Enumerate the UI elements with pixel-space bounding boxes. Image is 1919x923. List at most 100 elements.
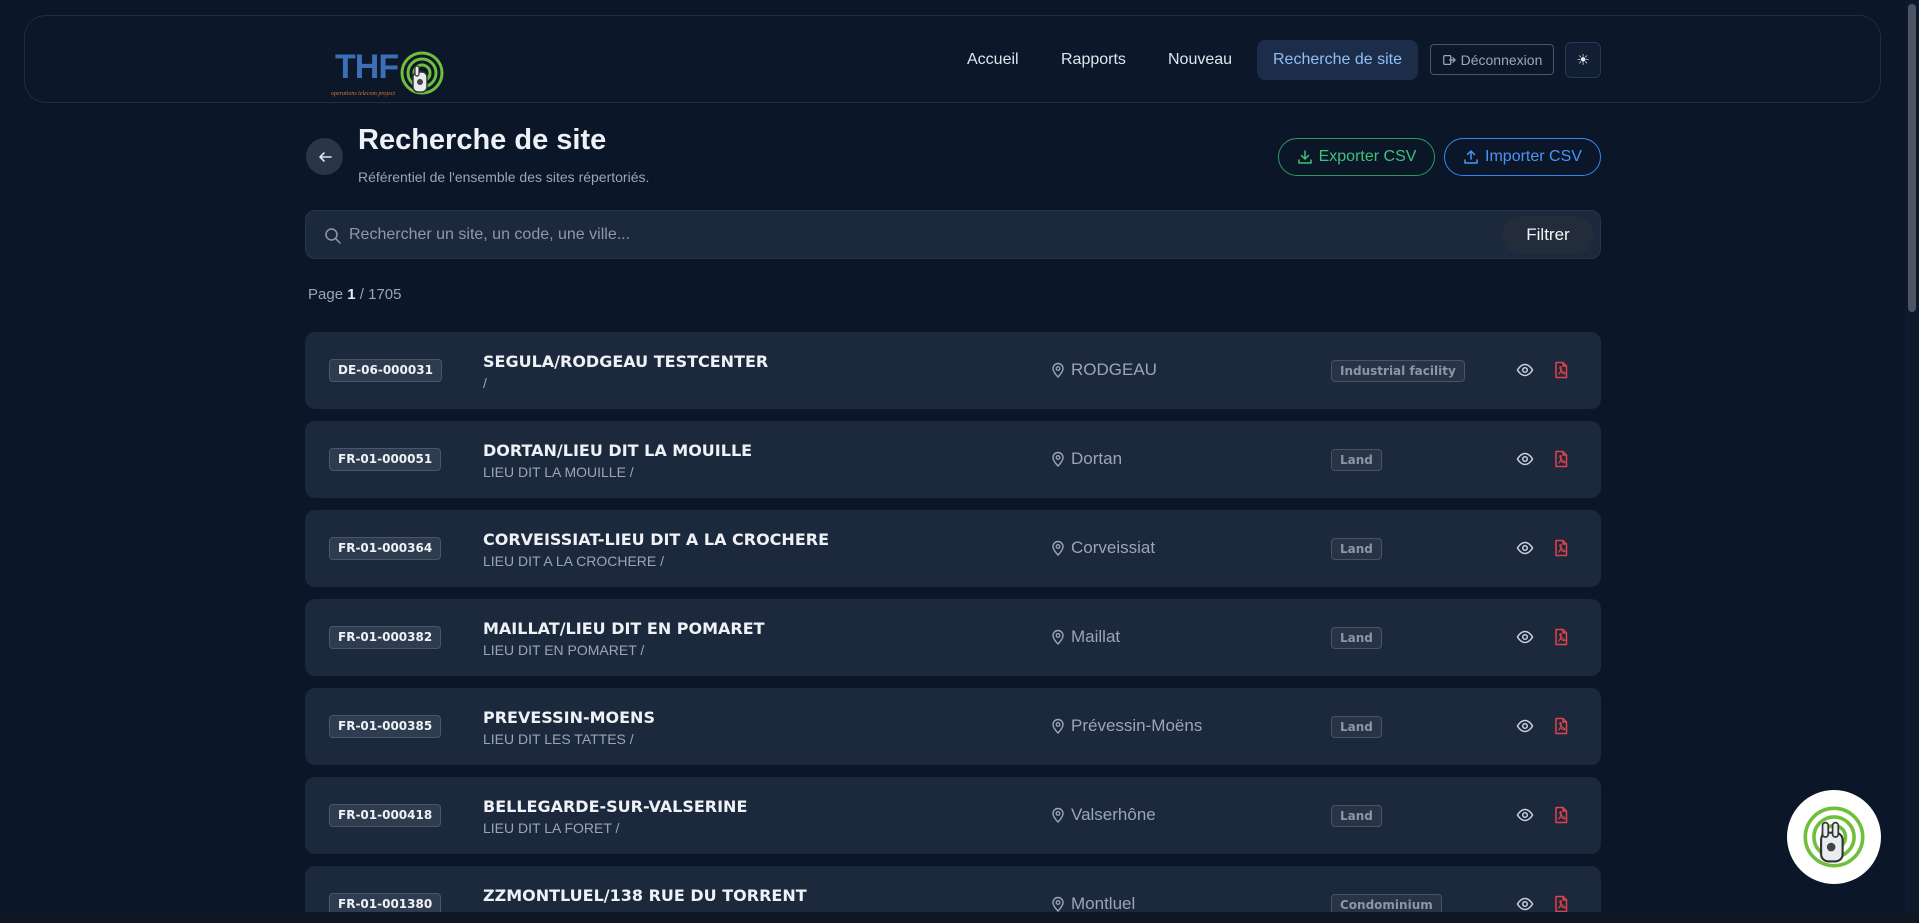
site-name[interactable]: DORTAN/LIEU DIT LA MOUILLE <box>483 441 752 460</box>
site-city-label: Montluel <box>1071 894 1136 913</box>
nav-link-rapports[interactable]: Rapports <box>1061 40 1126 80</box>
site-type-badge: Land <box>1331 627 1382 649</box>
assistant-logo-icon <box>1803 806 1865 868</box>
site-city: Montluel <box>1051 894 1135 914</box>
pdf-file-icon[interactable] <box>1553 628 1569 651</box>
sun-icon: ☀ <box>1576 52 1590 69</box>
site-city-label: Prévessin-Moëns <box>1071 716 1203 735</box>
page-title: Recherche de site <box>358 124 607 156</box>
site-city: Prévessin-Moëns <box>1051 716 1202 736</box>
arrow-left-icon <box>318 151 332 162</box>
export-csv-label: Exporter CSV <box>1318 148 1417 165</box>
nav-link-accueil[interactable]: Accueil <box>967 40 1019 80</box>
site-code-badge: DE-06-000031 <box>329 359 442 382</box>
site-row[interactable]: FR-01-000418 BELLEGARDE-SUR-VALSERINE LIEU… <box>305 777 1601 854</box>
site-code-badge: FR-01-000385 <box>329 715 442 738</box>
bottom-strip <box>0 912 1919 923</box>
top-navbar: THF operations telecom project Accueil R… <box>24 15 1881 103</box>
search-input[interactable] <box>349 221 1449 249</box>
site-type-badge: Land <box>1331 538 1382 560</box>
logout-button[interactable]: Déconnexion <box>1430 44 1554 75</box>
site-row[interactable]: FR-01-000051 DORTAN/LIEU DIT LA MOUILLE LI… <box>305 421 1601 498</box>
thf-logo[interactable]: THF operations telecom project <box>307 34 447 97</box>
search-icon <box>325 228 341 244</box>
pdf-file-icon[interactable] <box>1553 450 1569 473</box>
page-current: 1 <box>347 286 356 303</box>
nav-link-recherche-de-site[interactable]: Recherche de site <box>1257 40 1418 80</box>
site-address: LIEU DIT LES TATTES / <box>483 731 634 747</box>
site-row[interactable]: DE-06-000031 SEGULA/RODGEAU TESTCENTER / RO… <box>305 332 1601 409</box>
scrollbar-thumb[interactable] <box>1908 4 1916 312</box>
site-city: RODGEAU <box>1051 360 1157 380</box>
site-name[interactable]: SEGULA/RODGEAU TESTCENTER <box>483 352 768 371</box>
site-type-badge: Land <box>1331 805 1382 827</box>
site-city-label: Maillat <box>1071 627 1121 646</box>
site-address: / <box>483 375 487 391</box>
site-address: LIEU DIT LA FORET / <box>483 820 620 836</box>
download-icon <box>1297 150 1312 164</box>
site-city-label: Dortan <box>1071 449 1123 468</box>
theme-toggle-button[interactable]: ☀ <box>1565 42 1601 78</box>
site-name[interactable]: MAILLAT/LIEU DIT EN POMARET <box>483 619 765 638</box>
site-code-badge: FR-01-000382 <box>329 626 442 649</box>
site-address: LIEU DIT A LA CROCHERE / <box>483 553 665 569</box>
site-address: LIEU DIT LA MOUILLE / <box>483 464 634 480</box>
site-city-label: Corveissiat <box>1071 538 1156 557</box>
nav-link-nouveau[interactable]: Nouveau <box>1168 40 1232 80</box>
site-type-badge: Industrial facility <box>1331 360 1465 382</box>
site-type-badge: Land <box>1331 716 1382 738</box>
page-prefix: Page <box>308 286 344 303</box>
view-eye-icon[interactable] <box>1516 539 1534 562</box>
site-city-label: RODGEAU <box>1071 360 1157 379</box>
map-pin-icon <box>1052 540 1064 556</box>
site-code-badge: FR-01-000364 <box>329 537 442 560</box>
site-type-badge: Land <box>1331 449 1382 471</box>
site-name[interactable]: BELLEGARDE-SUR-VALSERINE <box>483 797 747 816</box>
page-scrollbar[interactable] <box>1905 0 1919 912</box>
site-row[interactable]: FR-01-000382 MAILLAT/LIEU DIT EN POMARET L… <box>305 599 1601 676</box>
map-pin-icon <box>1052 807 1064 823</box>
site-city-label: Valserhône <box>1071 805 1156 824</box>
site-city: Valserhône <box>1051 805 1156 825</box>
pdf-file-icon[interactable] <box>1553 717 1569 740</box>
site-city: Maillat <box>1051 627 1120 647</box>
view-eye-icon[interactable] <box>1516 361 1534 384</box>
import-csv-button[interactable]: Importer CSV <box>1444 138 1601 176</box>
page-subtitle: Référentiel de l'ensemble des sites répe… <box>358 169 650 185</box>
map-pin-icon <box>1052 362 1064 378</box>
search-bar: Filtrer <box>305 210 1601 259</box>
filter-button[interactable]: Filtrer <box>1502 216 1594 254</box>
map-pin-icon <box>1052 451 1064 467</box>
site-row[interactable]: FR-01-000364 CORVEISSIAT-LIEU DIT A LA CR… <box>305 510 1601 587</box>
logo-tagline: operations telecom project <box>331 91 396 97</box>
site-name[interactable]: ZZMONTLUEL/138 RUE DU TORRENT <box>483 886 807 905</box>
import-csv-label: Importer CSV <box>1485 148 1582 165</box>
pdf-file-icon[interactable] <box>1553 361 1569 384</box>
view-eye-icon[interactable] <box>1516 806 1534 829</box>
pdf-file-icon[interactable] <box>1553 806 1569 829</box>
site-name[interactable]: CORVEISSIAT-LIEU DIT A LA CROCHERE <box>483 530 829 549</box>
site-code-badge: FR-01-000051 <box>329 448 442 471</box>
site-name[interactable]: PREVESSIN-MOENS <box>483 708 655 727</box>
chat-assistant-button[interactable] <box>1787 790 1881 884</box>
page-total: / 1705 <box>359 286 402 303</box>
map-pin-icon <box>1052 718 1064 734</box>
view-eye-icon[interactable] <box>1516 628 1534 651</box>
site-city: Corveissiat <box>1051 538 1155 558</box>
view-eye-icon[interactable] <box>1516 450 1534 473</box>
map-pin-icon <box>1052 629 1064 645</box>
site-city: Dortan <box>1051 449 1122 469</box>
logout-icon <box>1442 54 1456 65</box>
pdf-file-icon[interactable] <box>1553 539 1569 562</box>
site-row[interactable]: FR-01-000385 PREVESSIN-MOENS LIEU DIT LES … <box>305 688 1601 765</box>
site-code-badge: FR-01-000418 <box>329 804 442 827</box>
map-pin-icon <box>1052 896 1064 912</box>
site-address: LIEU DIT EN POMARET / <box>483 642 645 658</box>
back-button[interactable] <box>306 138 343 175</box>
view-eye-icon[interactable] <box>1516 717 1534 740</box>
page-indicator: Page 1 / 1705 <box>308 286 401 303</box>
logo-signal-icon <box>400 51 444 95</box>
export-csv-button[interactable]: Exporter CSV <box>1278 138 1435 176</box>
logout-label: Déconnexion <box>1460 51 1543 68</box>
upload-icon <box>1464 150 1478 164</box>
